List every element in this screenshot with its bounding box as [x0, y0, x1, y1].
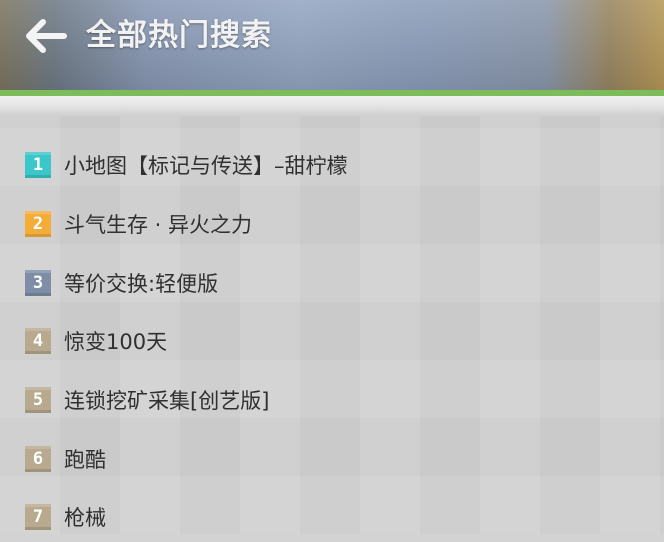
rank-badge: 4 — [25, 328, 51, 354]
back-button[interactable] — [22, 14, 70, 58]
arrow-left-icon — [26, 19, 67, 53]
top-bar: 全部热门搜索 — [0, 0, 664, 90]
rank-badge: 6 — [25, 446, 51, 472]
page-title: 全部热门搜索 — [86, 18, 272, 53]
item-label: 枪械 — [64, 506, 106, 530]
list-item[interactable]: 4 惊变100天 — [0, 316, 664, 366]
item-label: 斗气生存 · 异火之力 — [64, 213, 253, 237]
list-item[interactable]: 1 小地图【标记与传送】–甜柠檬 — [0, 140, 664, 190]
item-label: 等价交换:轻便版 — [64, 272, 219, 296]
list-item[interactable]: 2 斗气生存 · 异火之力 — [0, 199, 664, 249]
item-label: 跑酷 — [64, 448, 106, 472]
item-label: 小地图【标记与传送】–甜柠檬 — [64, 154, 348, 178]
list-item[interactable]: 5 连锁挖矿采集[创艺版] — [0, 375, 664, 425]
hot-search-list: 1 小地图【标记与传送】–甜柠檬 2 斗气生存 · 异火之力 3 等价交换:轻便… — [0, 116, 664, 534]
rank-badge: 2 — [25, 211, 51, 237]
list-item[interactable]: 7 枪械 — [0, 492, 664, 542]
header-divider — [0, 96, 664, 116]
rank-badge: 1 — [25, 152, 51, 178]
list-item[interactable]: 6 跑酷 — [0, 434, 664, 484]
rank-badge: 7 — [25, 504, 51, 530]
item-label: 连锁挖矿采集[创艺版] — [64, 389, 270, 413]
list-item[interactable]: 3 等价交换:轻便版 — [0, 258, 664, 308]
item-label: 惊变100天 — [64, 330, 168, 354]
rank-badge: 5 — [25, 387, 51, 413]
rank-badge: 3 — [25, 270, 51, 296]
